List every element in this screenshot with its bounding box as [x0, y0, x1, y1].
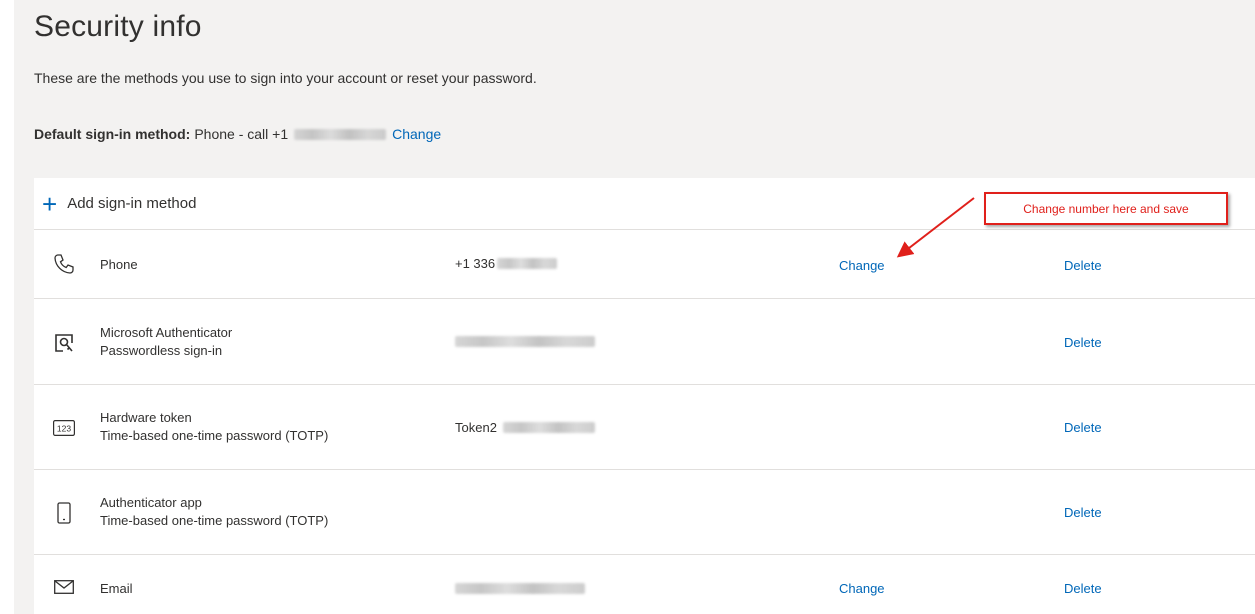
method-title: Hardware token	[100, 410, 192, 425]
annotation-text: Change number here and save	[1023, 201, 1189, 216]
authenticator-app-delete-link[interactable]: Delete	[1064, 505, 1102, 520]
default-method-value: Phone - call +1	[194, 126, 289, 142]
method-name: Authenticator app Time-based one-time pa…	[100, 494, 328, 530]
authenticator-delete-link[interactable]: Delete	[1064, 335, 1102, 350]
page-subtitle: These are the methods you use to sign in…	[34, 70, 537, 86]
redacted-token-serial	[502, 422, 595, 433]
hardware-token-icon: 123	[52, 416, 76, 440]
method-detail: Token2	[455, 420, 595, 435]
method-subtitle: Time-based one-time password (TOTP)	[100, 428, 329, 443]
redacted-phone-number	[497, 258, 558, 269]
method-title: Authenticator app	[100, 495, 202, 510]
method-title: Microsoft Authenticator	[100, 325, 233, 340]
method-row-phone: Phone +1 336 Change Delete	[34, 230, 1255, 299]
default-method-label: Default sign-in method:	[34, 126, 191, 142]
method-subtitle: Time-based one-time password (TOTP)	[100, 513, 329, 528]
method-name: Email	[100, 581, 133, 596]
method-row-email: Email Change Delete	[34, 555, 1255, 614]
hardware-token-delete-link[interactable]: Delete	[1064, 420, 1102, 435]
method-name: Phone	[100, 257, 138, 272]
add-sign-in-method-label: Add sign-in method	[67, 195, 197, 212]
plus-icon: +	[42, 188, 58, 219]
method-detail	[455, 336, 595, 347]
method-detail	[455, 583, 585, 594]
mobile-device-icon	[52, 501, 76, 525]
phone-delete-link[interactable]: Delete	[1064, 258, 1102, 273]
email-change-link[interactable]: Change	[839, 581, 885, 596]
phone-number-prefix: +1 336	[455, 256, 496, 271]
method-row-authenticator-app: Authenticator app Time-based one-time pa…	[34, 470, 1255, 555]
phone-change-link[interactable]: Change	[839, 258, 885, 273]
method-detail: +1 336	[455, 256, 558, 271]
email-delete-link[interactable]: Delete	[1064, 581, 1102, 596]
envelope-icon	[52, 575, 76, 599]
default-method-change-link[interactable]: Change	[392, 126, 441, 142]
method-name: Hardware token Time-based one-time passw…	[100, 409, 328, 445]
token-label: Token2	[455, 420, 497, 435]
method-name: Microsoft Authenticator Passwordless sig…	[100, 324, 232, 360]
redacted-email-address	[455, 583, 585, 594]
svg-text:123: 123	[57, 424, 71, 434]
methods-card: + Add sign-in method Phone +1 336 Change…	[34, 178, 1255, 614]
method-row-hardware-token: 123 Hardware token Time-based one-time p…	[34, 385, 1255, 470]
annotation-callout: Change number here and save	[984, 192, 1228, 225]
page-title: Security info	[34, 10, 202, 43]
redacted-phone-number	[294, 128, 387, 140]
authenticator-icon	[52, 331, 76, 355]
phone-icon	[52, 252, 76, 276]
method-subtitle: Passwordless sign-in	[100, 343, 223, 358]
method-row-microsoft-authenticator: Microsoft Authenticator Passwordless sig…	[34, 299, 1255, 385]
default-sign-in-method: Default sign-in method: Phone - call +1 …	[34, 126, 441, 142]
redacted-device-name	[455, 336, 595, 347]
